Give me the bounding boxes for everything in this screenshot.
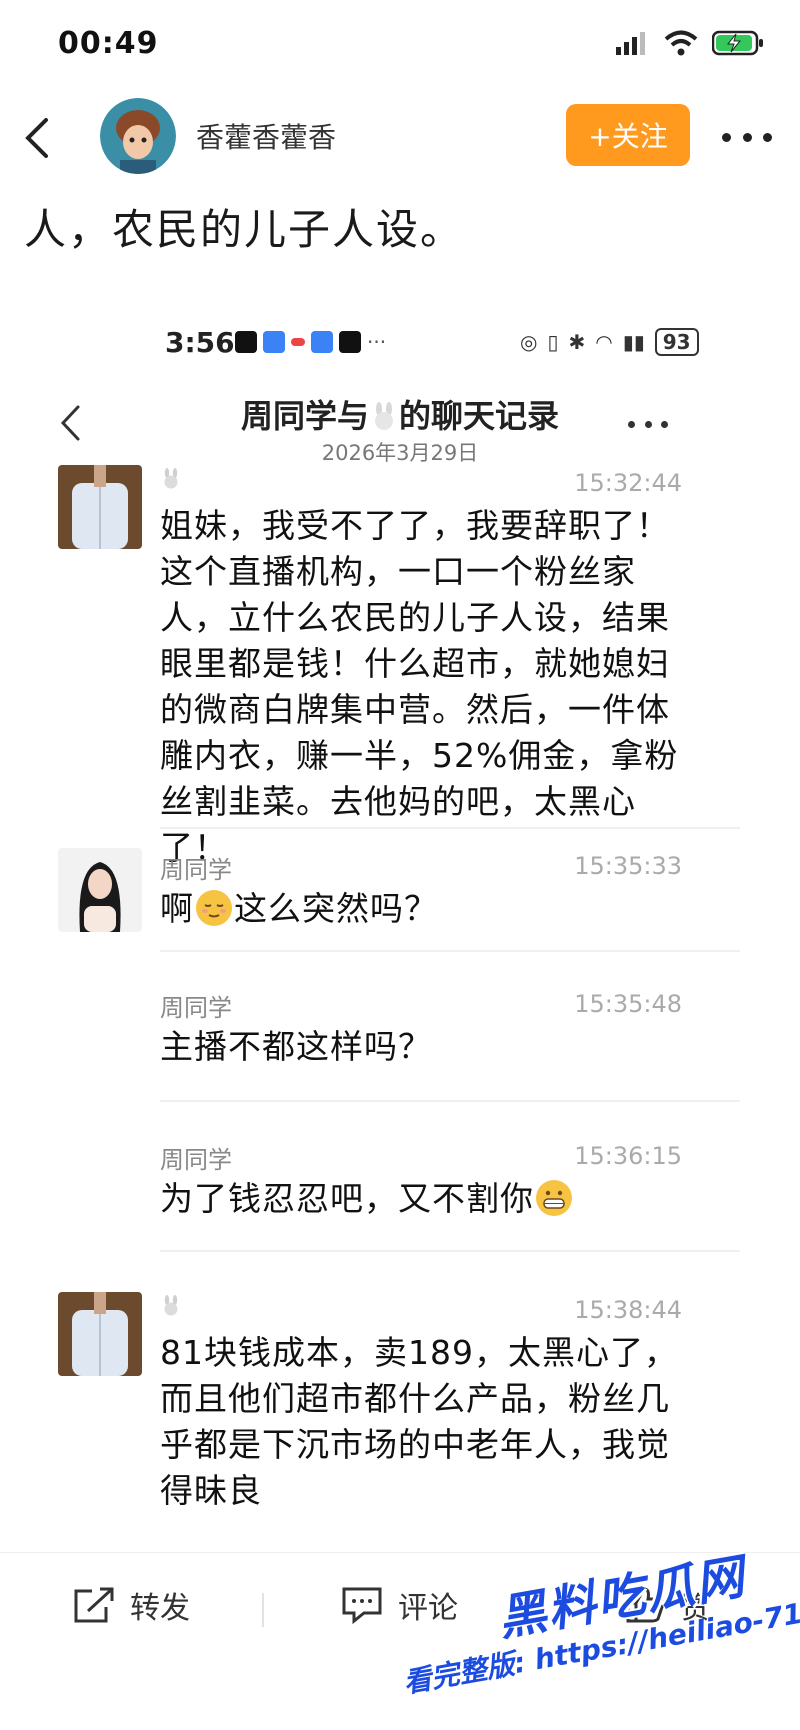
message-text-part: 为了钱忍忍吧，又不割你 [160, 1179, 534, 1218]
message-text: 主播不都这样吗？ [160, 1027, 432, 1066]
battery-charging-icon [712, 30, 763, 56]
avatar [58, 465, 142, 549]
app-icon [291, 338, 305, 346]
tiktok-icon [339, 331, 361, 353]
dot [722, 132, 731, 142]
ellipsis-icon: ··· [367, 330, 387, 354]
embedded-more-button[interactable] [628, 421, 668, 431]
signal-icon: ▮▮ [622, 330, 645, 354]
divider [160, 1100, 740, 1102]
message-time: 15:32:44 [574, 469, 682, 497]
status-time: 00:49 [58, 26, 159, 61]
embedded-status-bar: 3:56 ··· ◎ ▯ ✱ ◠ ▮▮ 93 [20, 320, 780, 364]
rabbit-icon [164, 1295, 178, 1316]
message-text-part: 这么突然吗？ [234, 889, 438, 928]
author-name[interactable]: 香藿香藿香 [196, 116, 336, 156]
app-icon [263, 331, 285, 353]
rabbit-icon [164, 468, 178, 489]
notification-icons: ··· [235, 330, 386, 354]
sender-name [160, 1294, 182, 1322]
wifi-icon [664, 30, 698, 56]
repost-label: 转发 [130, 1591, 190, 1626]
message-time: 15:36:15 [574, 1142, 682, 1170]
avatar [58, 1292, 142, 1376]
post-header: 香藿香藿香 +关注 [0, 92, 800, 182]
app-icon [311, 331, 333, 353]
more-options-button[interactable] [722, 122, 772, 152]
signal-icon [616, 32, 645, 55]
dot [661, 421, 668, 428]
message-text: 81块钱成本，卖189，太黑心了，而且他们超市都什么产品，粉丝几乎都是下沉市场的… [160, 1333, 678, 1510]
divider [160, 950, 740, 952]
message-time: 15:35:48 [574, 990, 682, 1018]
grimacing-face-emoji-icon [536, 1180, 572, 1216]
nfc-icon: ◎ [520, 330, 538, 354]
comment-icon [342, 1587, 382, 1625]
divider [160, 1250, 740, 1252]
title-prefix: 周同学与 [240, 397, 369, 435]
sender-name: 周同学 [160, 1146, 232, 1174]
post-text: 人，农民的儿子人设。 [24, 205, 465, 254]
sender-name: 周同学 [160, 856, 232, 884]
share-icon [74, 1587, 114, 1623]
status-icons [616, 30, 764, 56]
message-text-part: 啊 [160, 889, 194, 928]
comment-label: 评论 [398, 1591, 458, 1626]
message-time: 15:35:33 [574, 852, 682, 880]
battery-level: 93 [654, 328, 699, 356]
author-avatar[interactable] [100, 98, 176, 174]
chevron-left-icon [25, 118, 48, 158]
embedded-status-time: 3:56 [165, 326, 235, 359]
tiktok-icon [235, 331, 257, 353]
sender-name: 周同学 [160, 994, 232, 1022]
dot [644, 421, 652, 428]
message-text: 姐妹，我受不了了，我要辞职了！这个直播机构，一口一个粉丝家人，立什么农民的儿子人… [160, 506, 679, 867]
back-button[interactable] [16, 110, 56, 166]
rabbit-icon [375, 402, 393, 430]
message-text: 啊 这么突然吗？ [160, 886, 680, 932]
embedded-system-icons: ◎ ▯ ✱ ◠ ▮▮ 93 [520, 328, 699, 356]
title-suffix: 的聊天记录 [399, 397, 560, 435]
vibrate-icon: ▯ [547, 330, 559, 354]
dot [742, 132, 752, 142]
wifi-icon: ◠ [595, 330, 613, 354]
message-time: 15:38:44 [574, 1296, 682, 1324]
sender-name [160, 467, 182, 495]
avatar [58, 848, 142, 932]
follow-button[interactable]: +关注 [566, 104, 690, 166]
dot [763, 132, 772, 142]
repost-button[interactable]: 转发 [72, 1583, 190, 1627]
comment-button[interactable]: 评论 [340, 1583, 458, 1627]
bluetooth-icon: ✱ [568, 330, 586, 354]
divider [262, 1593, 264, 1627]
dot [628, 421, 635, 428]
divider [160, 827, 740, 829]
relieved-face-emoji-icon [196, 890, 232, 926]
status-bar: 00:49 [0, 0, 800, 90]
message-text: 为了钱忍忍吧，又不割你 [160, 1176, 680, 1222]
chat-record-date: 2026年3月29日 [321, 441, 479, 465]
embedded-screenshot[interactable]: 3:56 ··· ◎ ▯ ✱ ◠ ▮▮ 93 周同学与 的聊天记录 2026年3月… [20, 300, 780, 1550]
